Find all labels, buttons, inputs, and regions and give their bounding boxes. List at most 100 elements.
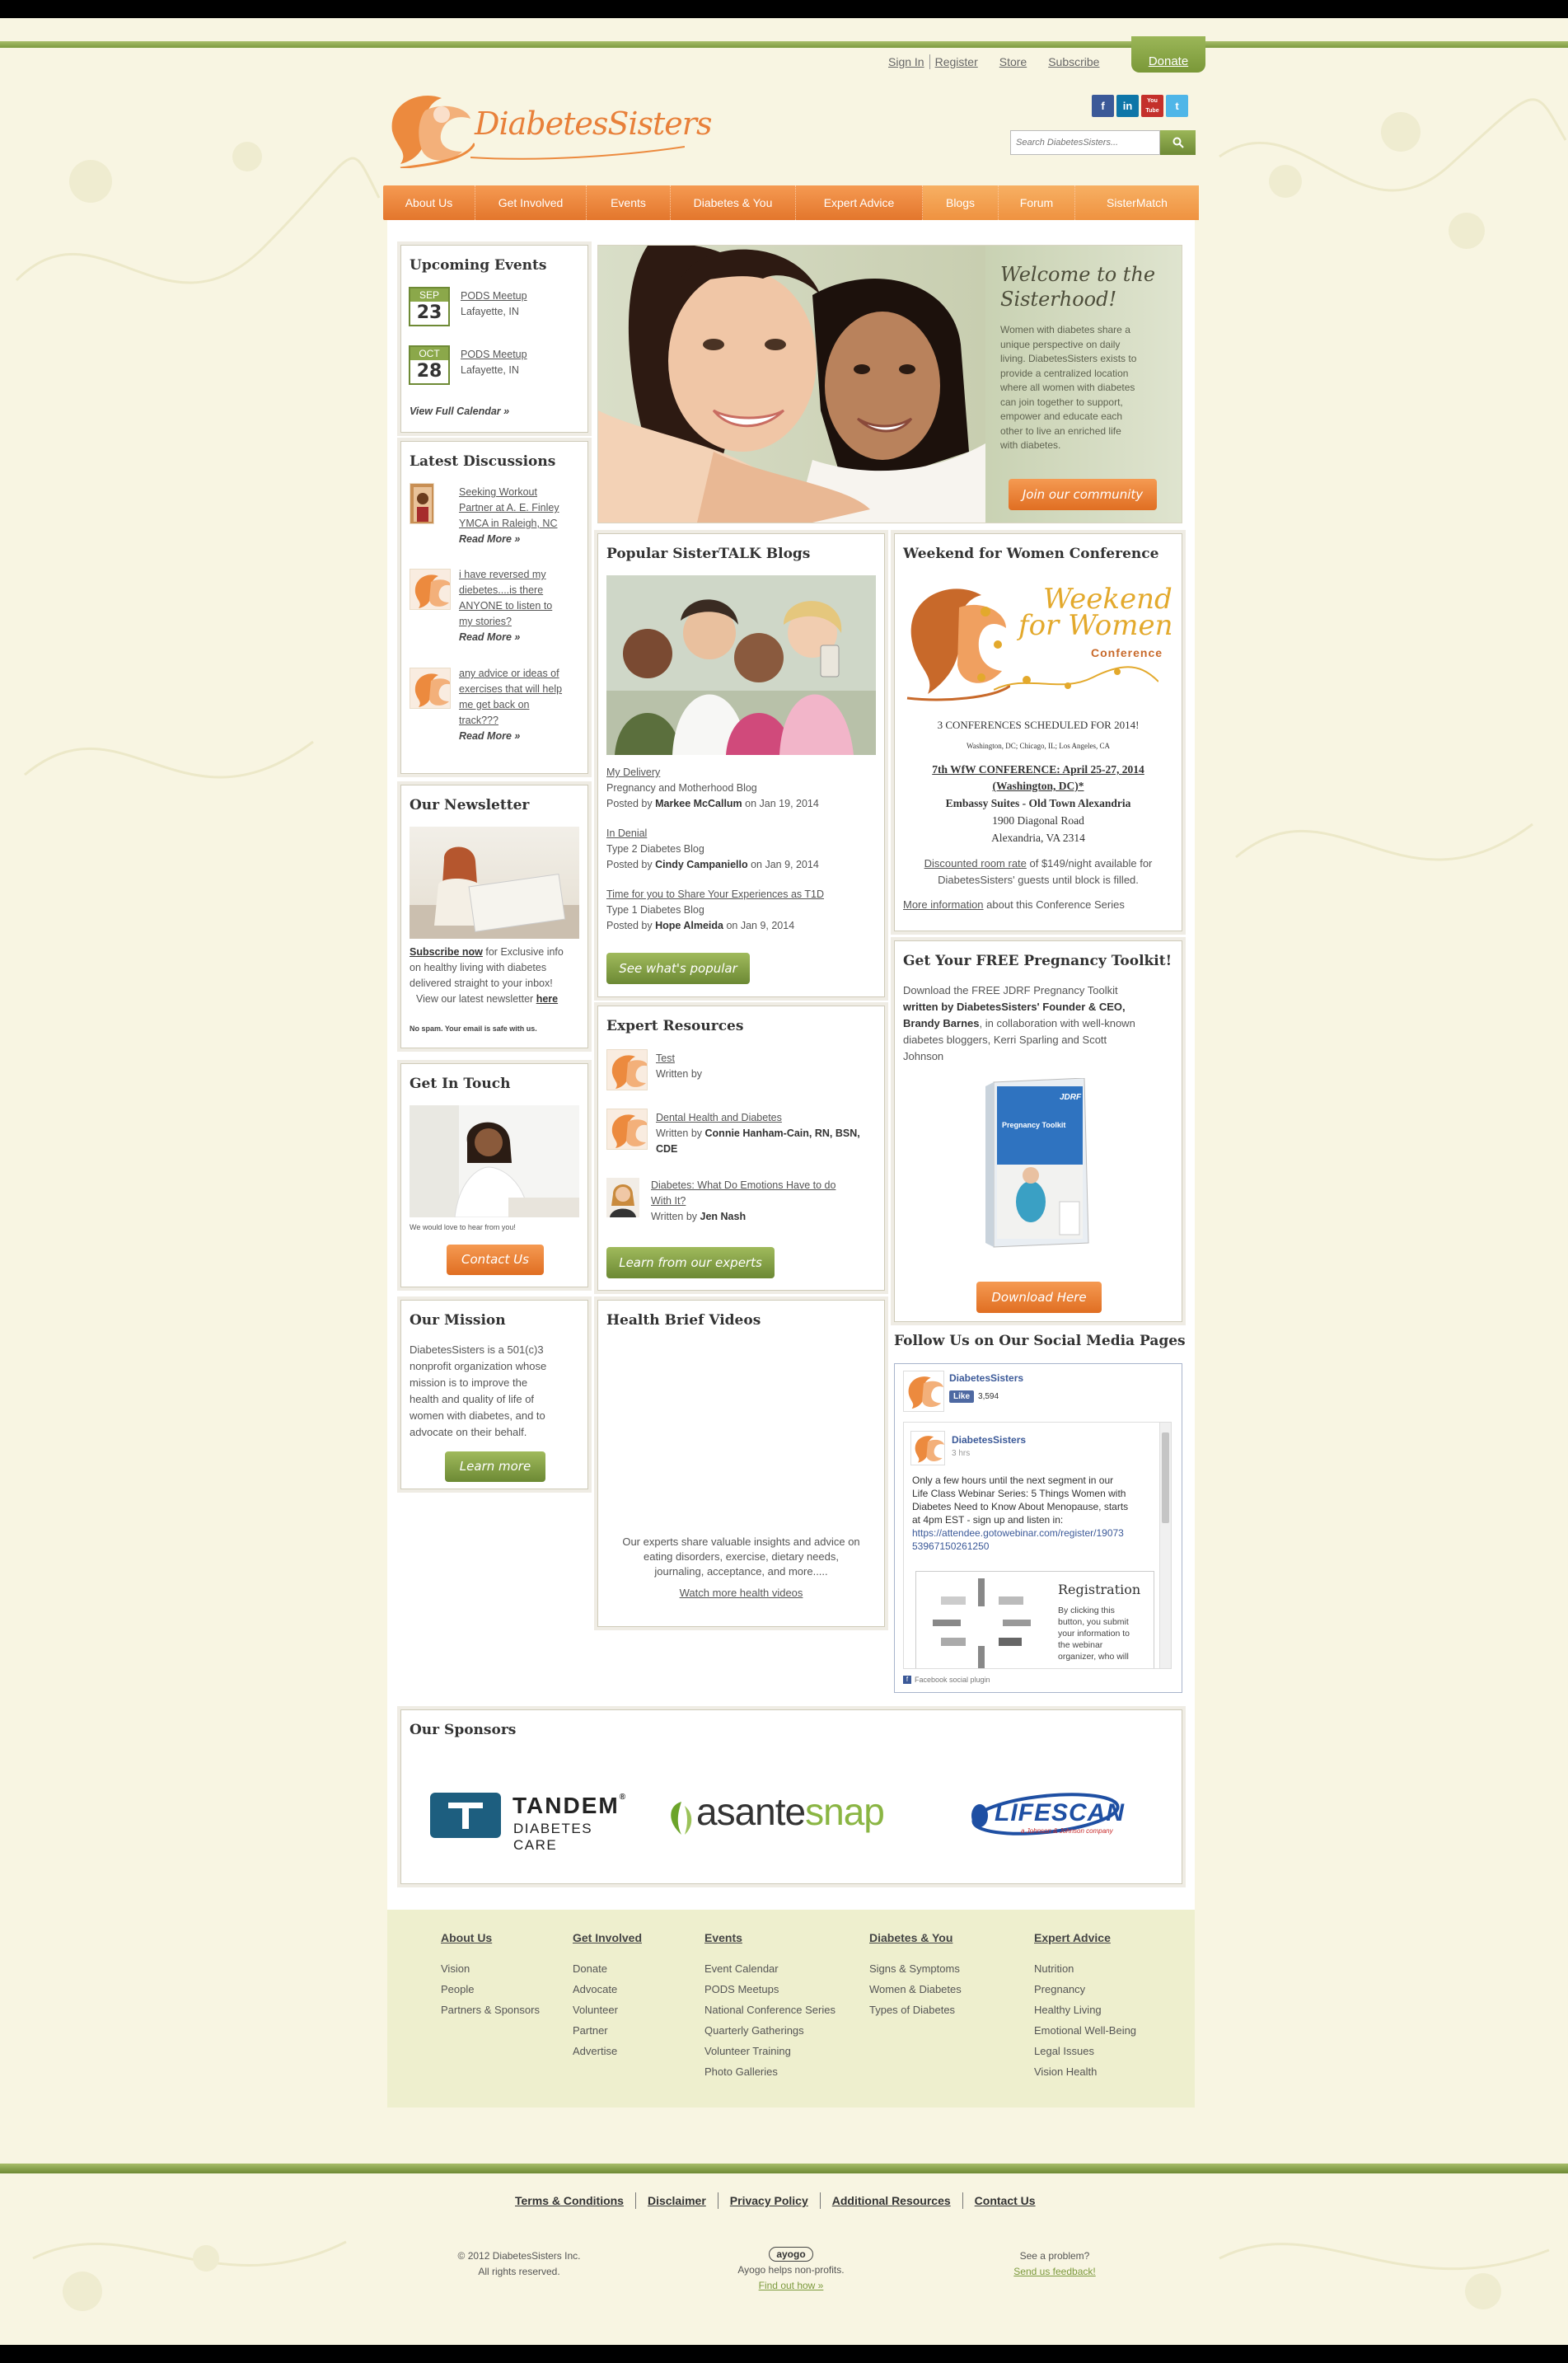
- footer-link[interactable]: People: [441, 1979, 540, 2000]
- watch-videos-link[interactable]: Watch more health videos: [598, 1586, 884, 1601]
- subscribe-now-link[interactable]: Subscribe now: [410, 946, 483, 958]
- search-input[interactable]: [1010, 130, 1160, 155]
- nav-about-us[interactable]: About Us: [383, 185, 475, 220]
- site-logo[interactable]: DiabetesSisters: [384, 86, 712, 168]
- donate-button[interactable]: Donate: [1131, 36, 1205, 73]
- footer-link[interactable]: PODS Meetups: [704, 1979, 835, 2000]
- nav-diabetes-you[interactable]: Diabetes & You: [671, 185, 796, 220]
- contact-us-button[interactable]: Contact Us: [447, 1245, 544, 1275]
- seventh-conference-line-1[interactable]: 7th WfW CONFERENCE: April 25-27, 2014: [895, 762, 1182, 778]
- fb-scroll-thumb[interactable]: [1162, 1432, 1169, 1523]
- find-out-how-link[interactable]: Find out how »: [725, 2278, 857, 2294]
- youtube-icon[interactable]: You Tube: [1141, 95, 1163, 117]
- expert-link-2[interactable]: Dental Health and Diabetes: [656, 1110, 878, 1126]
- download-here-button[interactable]: Download Here: [976, 1282, 1102, 1313]
- learn-from-experts-button[interactable]: Learn from our experts: [606, 1247, 775, 1278]
- footer-link[interactable]: Photo Galleries: [704, 2061, 835, 2082]
- footer-link[interactable]: Nutrition: [1034, 1958, 1136, 1979]
- disclaimer-link[interactable]: Disclaimer: [648, 2194, 706, 2207]
- twitter-icon[interactable]: t: [1166, 95, 1188, 117]
- see-popular-button[interactable]: See what's popular: [606, 953, 750, 984]
- footer-link[interactable]: Vision: [441, 1958, 540, 1979]
- learn-more-button[interactable]: Learn more: [445, 1451, 545, 1482]
- send-feedback-link[interactable]: Send us feedback!: [989, 2264, 1121, 2280]
- footer-link[interactable]: National Conference Series: [704, 2000, 835, 2020]
- fb-post-link-2[interactable]: 53967150261250: [912, 1540, 1159, 1553]
- store-link[interactable]: Store: [999, 55, 1027, 68]
- register-link[interactable]: Register: [935, 55, 978, 68]
- footer-link[interactable]: Advertise: [573, 2041, 642, 2061]
- footer-link[interactable]: Partner: [573, 2020, 642, 2041]
- discussion-link-2-line-2[interactable]: diebetes....is there: [459, 583, 552, 598]
- discussion-link-3-line-1[interactable]: any advice or ideas of: [459, 666, 562, 682]
- blog-post-link-1[interactable]: My Delivery: [606, 765, 824, 781]
- fb-page-name[interactable]: DiabetesSisters: [949, 1372, 1023, 1384]
- more-information-link[interactable]: More information: [903, 898, 984, 911]
- event-link-2[interactable]: PODS Meetup: [461, 347, 527, 363]
- footer-link[interactable]: Advocate: [573, 1979, 642, 2000]
- footer-link[interactable]: Pregnancy: [1034, 1979, 1136, 2000]
- footer-get-involved-title[interactable]: Get Involved: [573, 1928, 642, 1948]
- footer-link[interactable]: Signs & Symptoms: [869, 1958, 962, 1979]
- event-link-1[interactable]: PODS Meetup: [461, 288, 527, 304]
- footer-link[interactable]: Volunteer: [573, 2000, 642, 2020]
- fb-post-link-1[interactable]: https://attendee.gotowebinar.com/registe…: [912, 1526, 1159, 1540]
- footer-link[interactable]: Vision Health: [1034, 2061, 1136, 2082]
- footer-link[interactable]: Quarterly Gatherings: [704, 2020, 835, 2041]
- sign-in-link[interactable]: Sign In: [888, 55, 924, 68]
- expert-link-3-line-1[interactable]: Diabetes: What Do Emotions Have to do: [651, 1178, 882, 1193]
- discussion-link-2-line-1[interactable]: i have reversed my: [459, 567, 552, 583]
- discussion-link-3-line-2[interactable]: exercises that will help: [459, 682, 562, 697]
- fb-link-preview[interactable]: Registration By clicking this button, yo…: [915, 1571, 1154, 1668]
- contact-us-link[interactable]: Contact Us: [975, 2194, 1036, 2207]
- additional-resources-link[interactable]: Additional Resources: [832, 2194, 951, 2207]
- discussion-link-2-line-4[interactable]: my stories?: [459, 614, 552, 630]
- footer-link[interactable]: Donate: [573, 1958, 642, 1979]
- footer-diabetes-title[interactable]: Diabetes & You: [869, 1928, 962, 1948]
- discussion-link-3-line-3[interactable]: me get back on: [459, 697, 562, 713]
- discussion-link-3-line-4[interactable]: track???: [459, 713, 562, 729]
- expert-link-3-line-2[interactable]: With It?: [651, 1193, 882, 1209]
- footer-link[interactable]: Event Calendar: [704, 1958, 835, 1979]
- newsletter-here-link[interactable]: here: [536, 993, 558, 1005]
- footer-expert-title[interactable]: Expert Advice: [1034, 1928, 1136, 1948]
- read-more-link[interactable]: Read More »: [459, 532, 559, 547]
- subscribe-link[interactable]: Subscribe: [1048, 55, 1099, 68]
- discussion-link-1-line-1[interactable]: Seeking Workout: [459, 485, 559, 500]
- privacy-link[interactable]: Privacy Policy: [730, 2194, 808, 2207]
- nav-sistermatch[interactable]: SisterMatch: [1075, 185, 1199, 220]
- facebook-icon[interactable]: f: [1092, 95, 1114, 117]
- footer-link[interactable]: Partners & Sponsors: [441, 2000, 540, 2020]
- read-more-link[interactable]: Read More »: [459, 630, 552, 645]
- discussion-link-2-line-3[interactable]: ANYONE to listen to: [459, 598, 552, 614]
- join-community-button[interactable]: Join our community: [1009, 479, 1157, 510]
- nav-blogs[interactable]: Blogs: [923, 185, 999, 220]
- footer-link[interactable]: Volunteer Training: [704, 2041, 835, 2061]
- terms-link[interactable]: Terms & Conditions: [515, 2194, 624, 2207]
- blog-post-link-3[interactable]: Time for you to Share Your Experiences a…: [606, 887, 824, 903]
- lifescan-logo[interactable]: LIFESCAN a Johnson & Johnson company: [970, 1791, 1126, 1840]
- discussion-link-1-line-2[interactable]: Partner at A. E. Finley: [459, 500, 559, 516]
- asante-snap-logo[interactable]: asantesnap: [663, 1789, 919, 1842]
- tandem-logo[interactable]: TANDEM® DIABETES CARE: [430, 1791, 640, 1853]
- fb-like-button[interactable]: Like: [949, 1390, 975, 1403]
- expert-link-1[interactable]: Test: [656, 1051, 702, 1067]
- view-calendar-link[interactable]: View Full Calendar »: [410, 406, 509, 417]
- footer-events-title[interactable]: Events: [704, 1928, 835, 1948]
- room-rate-link[interactable]: Discounted room rate: [924, 857, 1027, 870]
- nav-forum[interactable]: Forum: [999, 185, 1075, 220]
- ayogo-logo[interactable]: ayogo: [769, 2247, 813, 2262]
- linkedin-icon[interactable]: in: [1116, 95, 1139, 117]
- footer-link[interactable]: Healthy Living: [1034, 2000, 1136, 2020]
- discussion-link-1-line-3[interactable]: YMCA in Raleigh, NC: [459, 516, 559, 532]
- nav-get-involved[interactable]: Get Involved: [475, 185, 587, 220]
- nav-events[interactable]: Events: [587, 185, 671, 220]
- blog-post-link-2[interactable]: In Denial: [606, 826, 824, 842]
- footer-link[interactable]: Legal Issues: [1034, 2041, 1136, 2061]
- fb-scrollbar[interactable]: [1159, 1423, 1171, 1668]
- fb-post-name[interactable]: DiabetesSisters: [952, 1434, 1026, 1446]
- nav-expert-advice[interactable]: Expert Advice: [796, 185, 923, 220]
- footer-link[interactable]: Emotional Well-Being: [1034, 2020, 1136, 2041]
- footer-about-title[interactable]: About Us: [441, 1928, 540, 1948]
- footer-link[interactable]: Types of Diabetes: [869, 2000, 962, 2020]
